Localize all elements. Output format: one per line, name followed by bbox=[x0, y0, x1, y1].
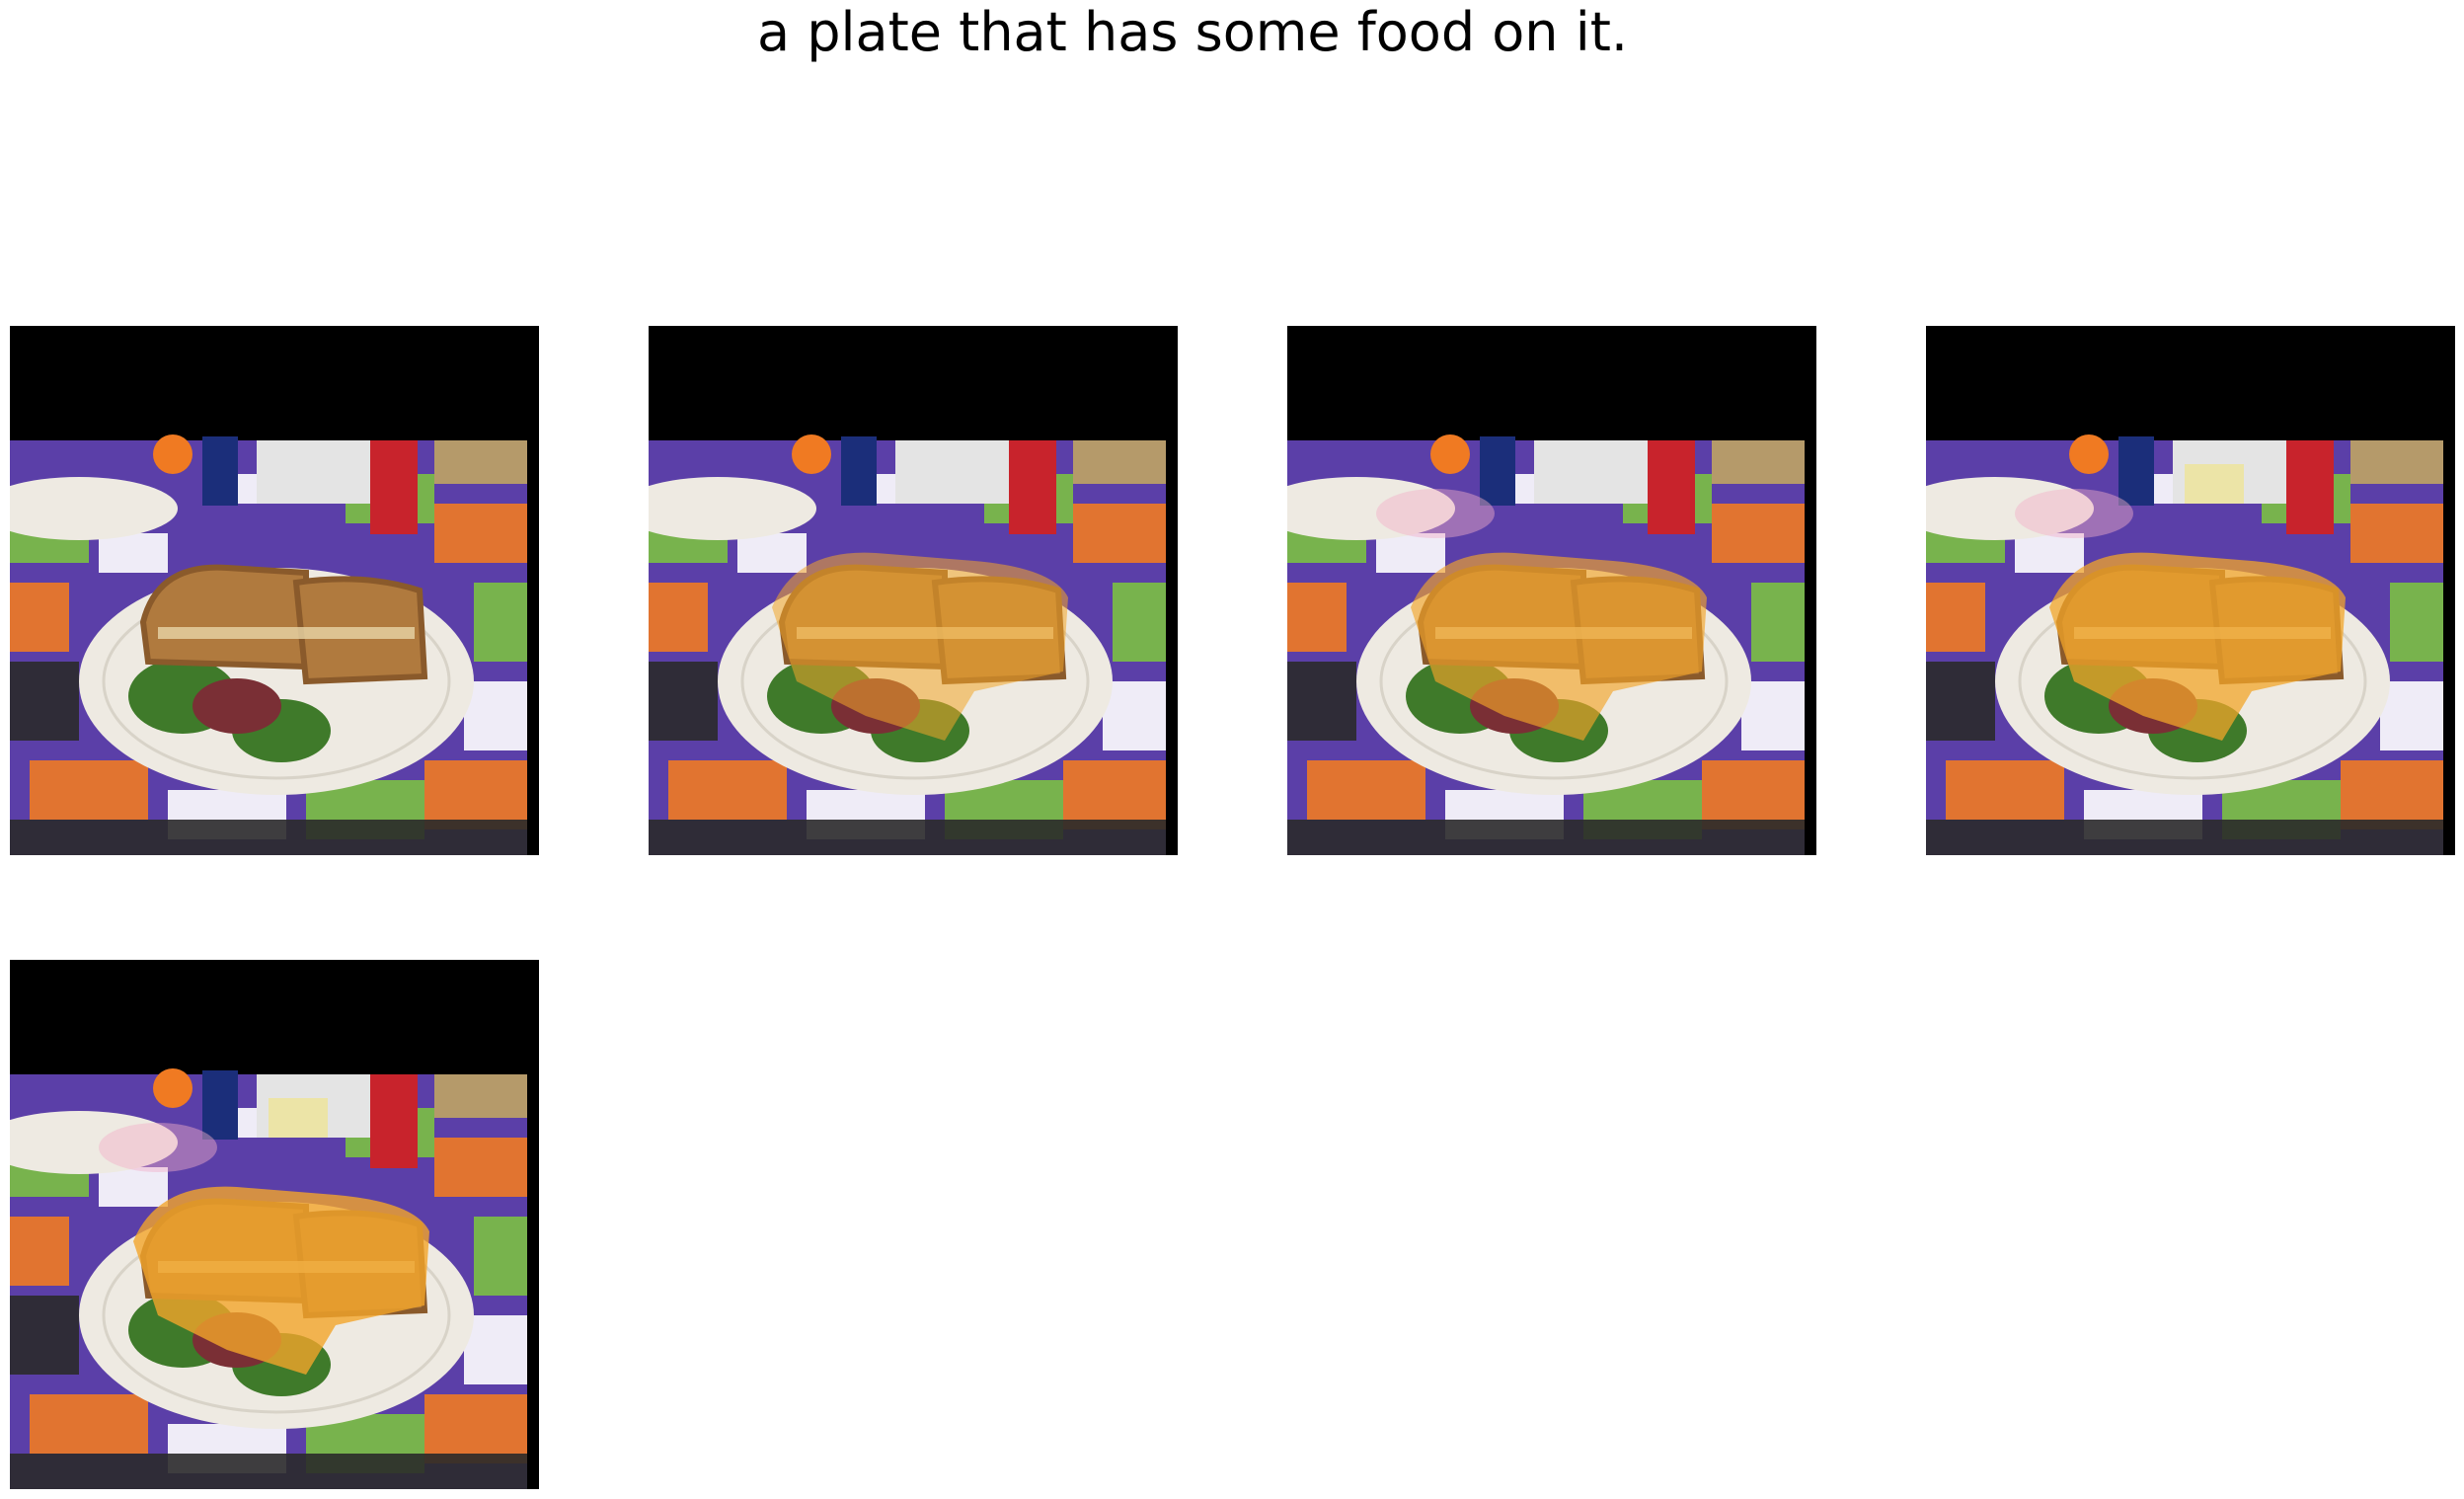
tablecloth-patch bbox=[1926, 662, 1995, 741]
orange-fruit bbox=[792, 434, 831, 474]
panel-overlay-4 bbox=[10, 960, 539, 1489]
soda-can-blue bbox=[841, 436, 877, 506]
soda-can-red bbox=[2286, 440, 2334, 534]
tablecloth-patch bbox=[434, 504, 527, 563]
plastic-container bbox=[895, 440, 1014, 504]
tablecloth-patch bbox=[99, 533, 168, 573]
tablecloth-patch bbox=[434, 1138, 527, 1197]
tablecloth-patch bbox=[1287, 820, 1805, 855]
segmentation-mask-extra bbox=[99, 1123, 217, 1172]
tablecloth-patch bbox=[1287, 662, 1356, 741]
tablecloth-patch bbox=[668, 760, 787, 820]
tablecloth-patch bbox=[1702, 760, 1805, 829]
tablecloth-patch bbox=[1376, 533, 1445, 573]
soda-can-blue bbox=[202, 436, 238, 506]
tablecloth-patch bbox=[474, 1217, 527, 1296]
basket bbox=[2350, 440, 2443, 484]
soda-can-red bbox=[1009, 440, 1056, 534]
photo-overlay-2 bbox=[1287, 326, 1816, 855]
soda-can-blue bbox=[1480, 436, 1515, 506]
segmentation-mask-extra bbox=[2185, 464, 2244, 504]
tablecloth-patch bbox=[2390, 583, 2443, 662]
tablecloth-patch bbox=[10, 1454, 527, 1489]
cheese-layer bbox=[158, 627, 415, 639]
orange-fruit bbox=[153, 1068, 192, 1108]
soda-can-red bbox=[370, 1074, 418, 1168]
panel-overlay-1 bbox=[649, 326, 1178, 855]
tablecloth-patch bbox=[10, 583, 69, 652]
tablecloth-patch bbox=[10, 1217, 69, 1286]
tablecloth-patch bbox=[1926, 583, 1985, 652]
basket bbox=[1712, 440, 1805, 484]
photo-original bbox=[10, 326, 539, 855]
salami-slice bbox=[192, 678, 281, 734]
plastic-container bbox=[257, 440, 375, 504]
tablecloth-patch bbox=[649, 820, 1166, 855]
tablecloth-patch bbox=[2380, 681, 2443, 750]
tablecloth-patch bbox=[1741, 681, 1805, 750]
tablecloth-patch bbox=[424, 760, 527, 829]
tablecloth-patch bbox=[474, 583, 527, 662]
tablecloth-patch bbox=[10, 1296, 79, 1375]
panel-original bbox=[10, 326, 539, 855]
tablecloth-patch bbox=[1926, 820, 2443, 855]
tablecloth-patch bbox=[737, 533, 807, 573]
tablecloth-patch bbox=[1063, 760, 1166, 829]
tablecloth-patch bbox=[10, 820, 527, 855]
orange-fruit bbox=[153, 434, 192, 474]
plastic-container bbox=[1534, 440, 1653, 504]
tablecloth-patch bbox=[649, 662, 718, 741]
tablecloth-patch bbox=[30, 1394, 148, 1454]
segmentation-mask-extra bbox=[269, 1098, 328, 1138]
sandwich-half-left bbox=[139, 564, 309, 671]
tablecloth-patch bbox=[1946, 760, 2064, 820]
tablecloth-patch bbox=[1113, 583, 1166, 662]
soda-can-blue bbox=[2118, 436, 2154, 506]
panel-overlay-3 bbox=[1926, 326, 2455, 855]
soda-can-blue bbox=[202, 1070, 238, 1140]
tablecloth-patch bbox=[10, 662, 79, 741]
photo-overlay-1 bbox=[649, 326, 1178, 855]
tablecloth-patch bbox=[1307, 760, 1425, 820]
soda-can-red bbox=[370, 440, 418, 534]
tablecloth-patch bbox=[1712, 504, 1805, 563]
photo-overlay-4 bbox=[10, 960, 539, 1489]
tablecloth-patch bbox=[1103, 681, 1166, 750]
tablecloth-patch bbox=[1287, 583, 1347, 652]
orange-fruit bbox=[2069, 434, 2109, 474]
photo-overlay-3 bbox=[1926, 326, 2455, 855]
segmentation-mask-extra bbox=[2015, 489, 2133, 538]
basket bbox=[434, 1074, 527, 1118]
tablecloth-patch bbox=[649, 583, 708, 652]
segmentation-mask-extra bbox=[1376, 489, 1495, 538]
basket bbox=[1073, 440, 1166, 484]
soda-can-red bbox=[1648, 440, 1695, 534]
figure-title: a plate that has some food on it. bbox=[756, 1, 1629, 63]
panel-overlay-2 bbox=[1287, 326, 1816, 855]
tablecloth-patch bbox=[2350, 504, 2443, 563]
tablecloth-patch bbox=[2341, 760, 2443, 829]
tablecloth-patch bbox=[464, 681, 527, 750]
tablecloth-patch bbox=[1073, 504, 1166, 563]
tablecloth-patch bbox=[30, 760, 148, 820]
tablecloth-patch bbox=[2015, 533, 2084, 573]
tablecloth-patch bbox=[99, 1167, 168, 1207]
tablecloth-patch bbox=[424, 1394, 527, 1463]
orange-fruit bbox=[1430, 434, 1470, 474]
tablecloth-patch bbox=[464, 1315, 527, 1384]
basket bbox=[434, 440, 527, 484]
tablecloth-patch bbox=[1751, 583, 1805, 662]
